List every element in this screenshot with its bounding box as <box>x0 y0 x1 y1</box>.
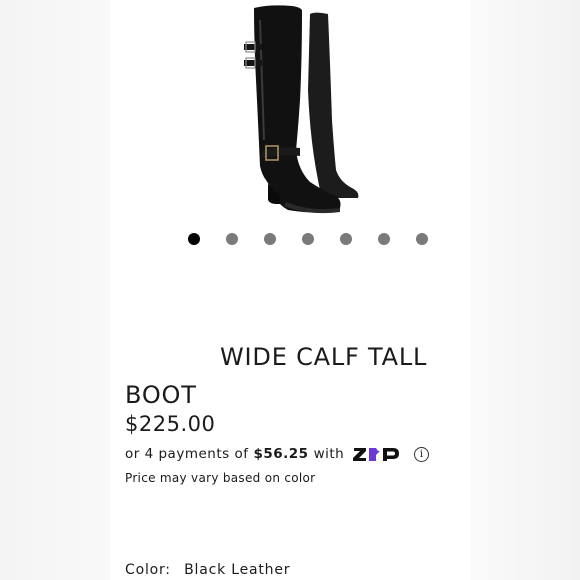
color-label: Color: <box>125 562 171 578</box>
color-selector: Color: Black Leather <box>125 562 290 578</box>
gallery-dot-6[interactable] <box>378 233 390 245</box>
price-note: Price may vary based on color <box>125 471 316 485</box>
background-right <box>470 0 580 580</box>
gallery-dot-5[interactable] <box>340 233 352 245</box>
gallery-dot-4[interactable] <box>302 233 314 245</box>
installment-suffix: with <box>313 446 345 462</box>
product-panel: WIDE CALF TALL BOOT $225.00 or 4 payment… <box>110 0 470 580</box>
installment-prefix: or 4 payments of <box>125 446 249 462</box>
info-icon[interactable]: i <box>414 446 430 462</box>
product-price: $225.00 <box>125 412 216 436</box>
gallery-pagination <box>188 233 428 245</box>
installment-offer: or 4 payments of $56.25 with i <box>125 445 430 463</box>
product-image[interactable] <box>240 0 360 220</box>
zip-logo[interactable] <box>352 445 408 463</box>
gallery-dot-2[interactable] <box>226 233 238 245</box>
background-left <box>0 0 110 580</box>
gallery-dot-1[interactable] <box>188 233 200 245</box>
gallery-dot-7[interactable] <box>416 233 428 245</box>
installment-amount: $56.25 <box>253 446 309 462</box>
color-value: Black Leather <box>184 562 291 578</box>
gallery-dot-3[interactable] <box>264 233 276 245</box>
product-title: WIDE CALF TALL BOOT <box>125 343 428 409</box>
